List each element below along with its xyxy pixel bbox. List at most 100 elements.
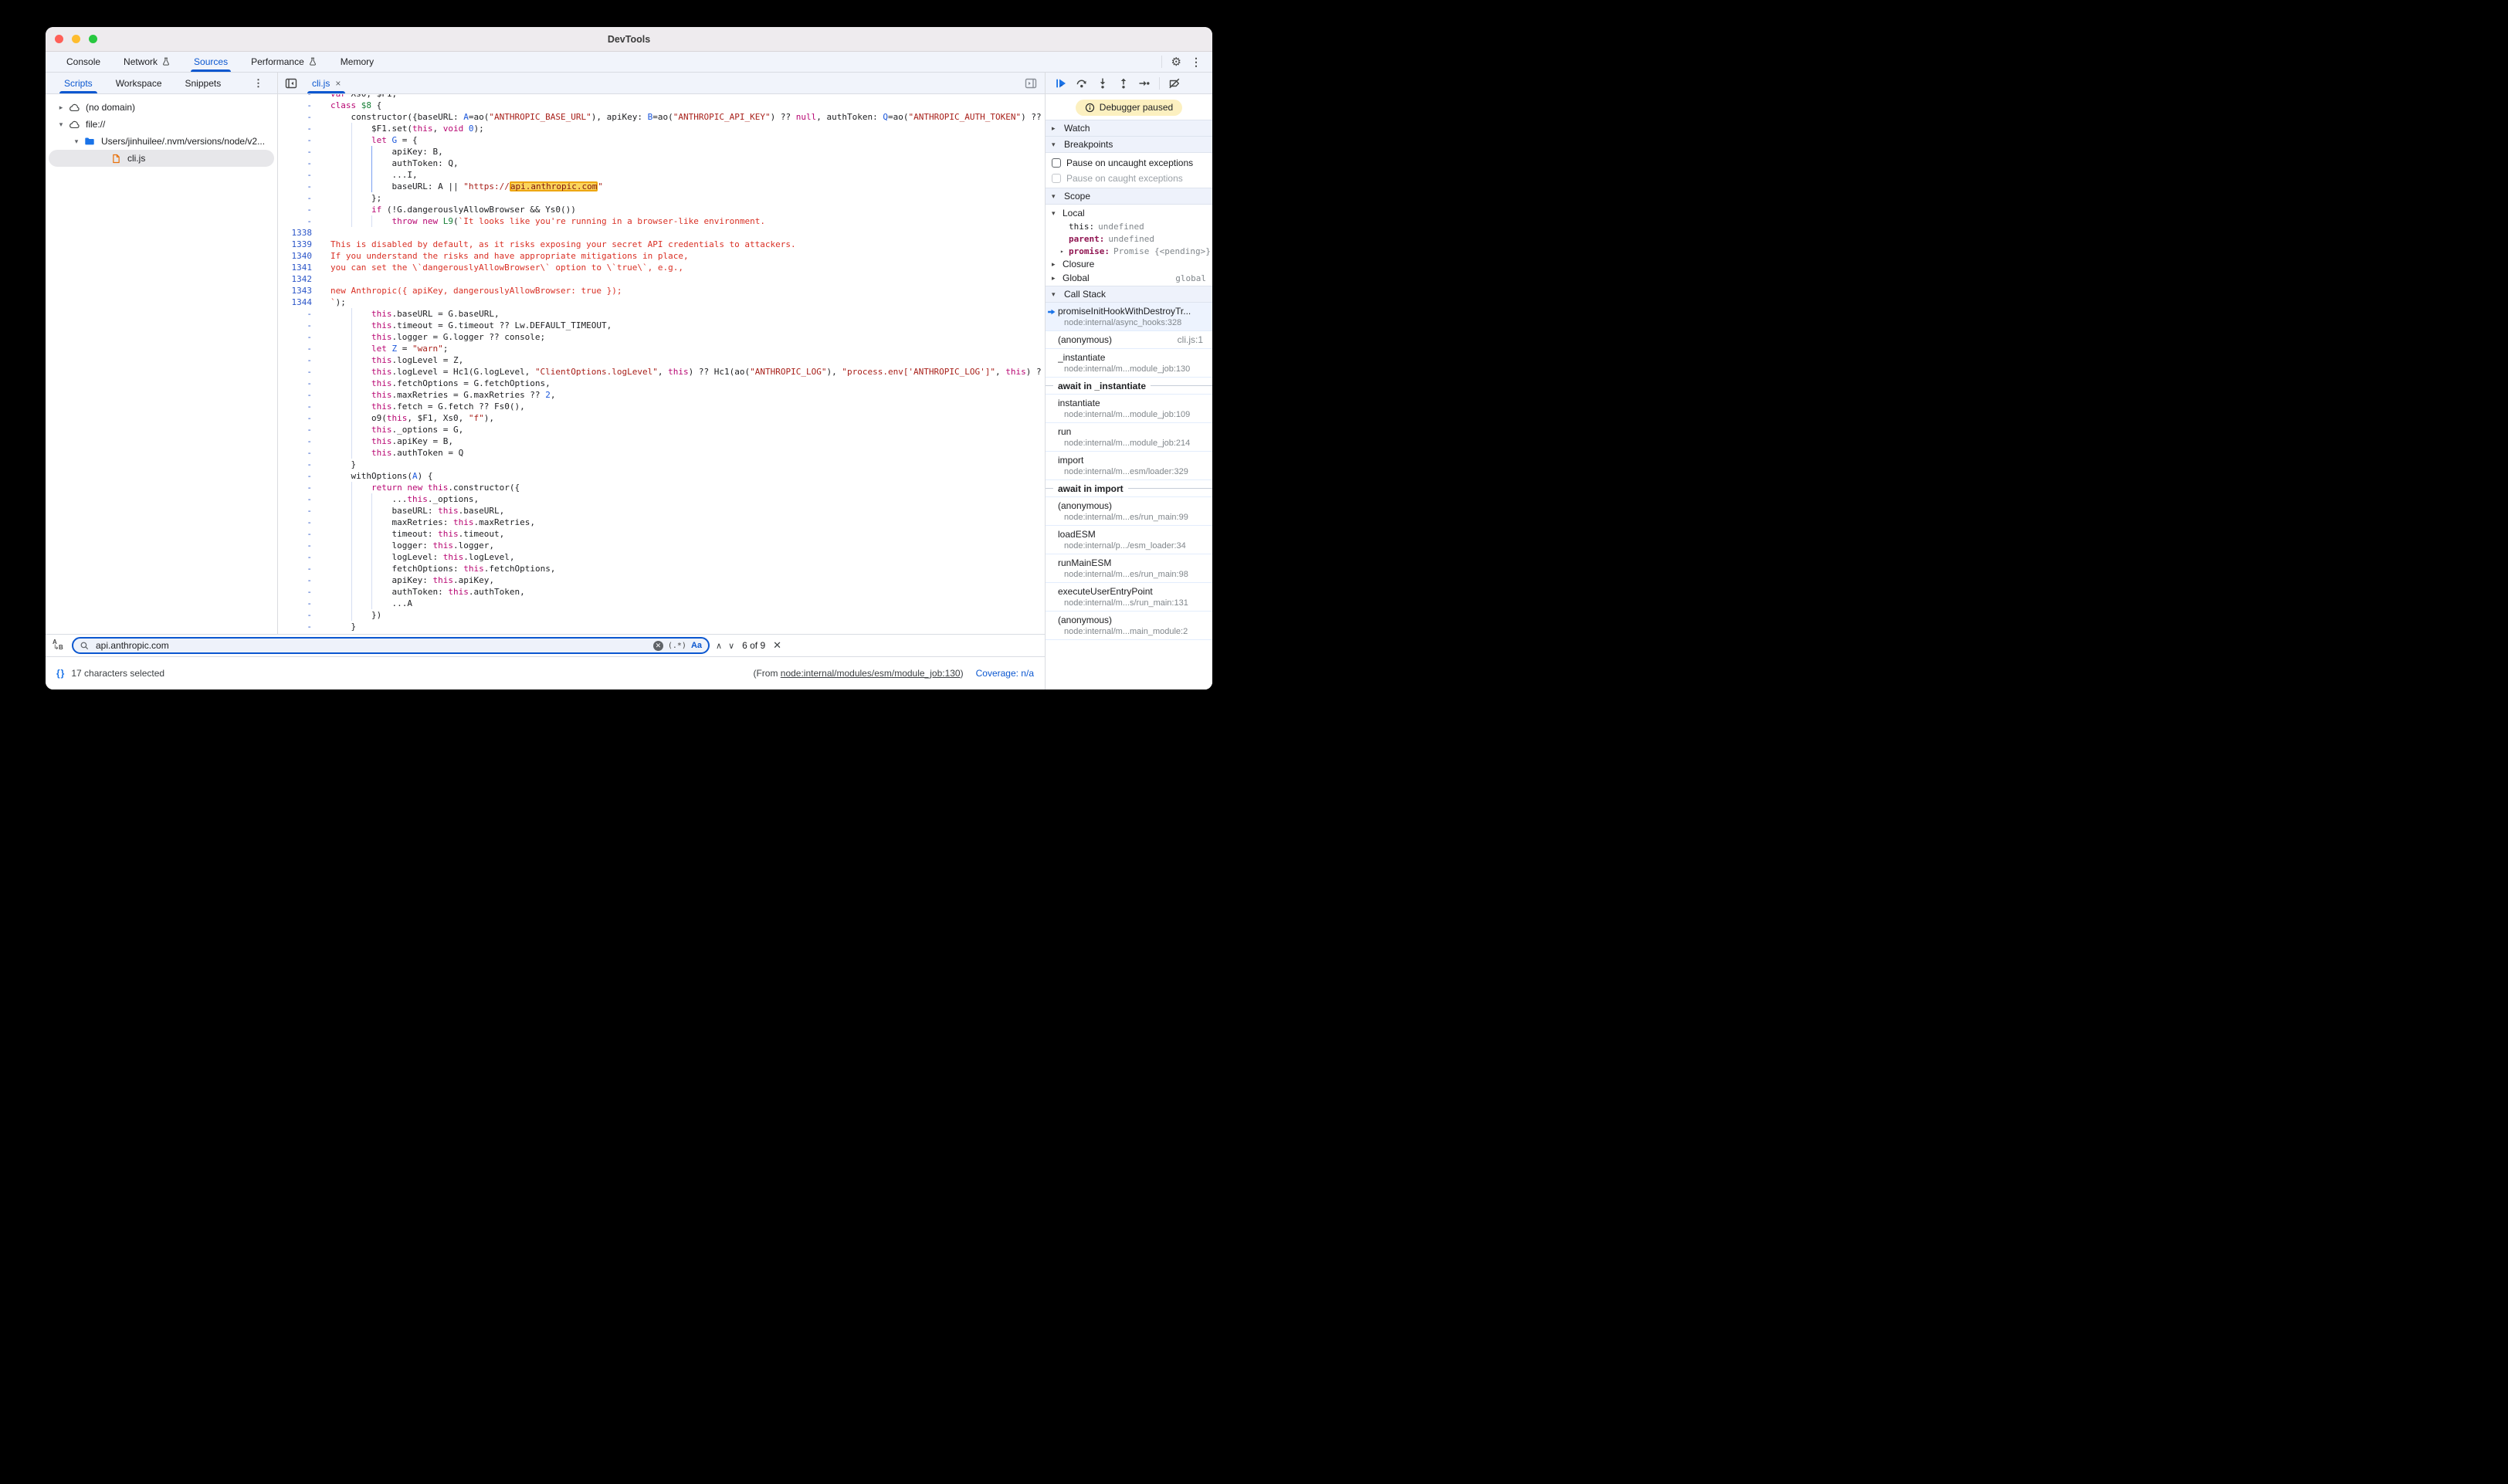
regex-toggle[interactable]: (.*) <box>668 642 686 650</box>
line-number[interactable]: - <box>278 308 320 320</box>
line-number[interactable]: - <box>278 320 320 331</box>
call-stack-frame[interactable]: runMainESMnode:internal/m...es/run_main:… <box>1046 554 1212 583</box>
tab-console[interactable]: Console <box>66 52 100 72</box>
scope-property[interactable]: this:undefined <box>1046 220 1212 232</box>
tab-sources[interactable]: Sources <box>194 52 228 72</box>
line-number[interactable]: 1341 <box>278 262 320 273</box>
section-watch[interactable]: ▸Watch <box>1046 120 1212 137</box>
line-number[interactable]: - <box>278 412 320 424</box>
tree-item-cli-js[interactable]: cli.js <box>49 150 274 167</box>
more-options-icon[interactable]: ⋮ <box>1191 56 1201 67</box>
line-number[interactable]: 1340 <box>278 250 320 262</box>
line-number[interactable]: 1343 <box>278 285 320 296</box>
call-stack-frame[interactable]: (anonymous)node:internal/m...es/run_main… <box>1046 497 1212 526</box>
tree-item--no-domain-[interactable]: ▸(no domain) <box>46 99 277 116</box>
line-number[interactable]: 1339 <box>278 239 320 250</box>
step-into-icon[interactable] <box>1096 77 1109 90</box>
line-number[interactable]: - <box>278 586 320 598</box>
line-number[interactable]: - <box>278 366 320 378</box>
line-number[interactable]: - <box>278 204 320 215</box>
checkbox[interactable] <box>1052 174 1061 183</box>
breakpoint-option[interactable]: Pause on uncaught exceptions <box>1046 155 1212 171</box>
previous-match-button[interactable]: ∧ <box>716 641 722 651</box>
scope-section-closure[interactable]: ▸Closure <box>1046 257 1212 271</box>
step-over-icon[interactable] <box>1076 77 1088 90</box>
line-number[interactable]: - <box>278 551 320 563</box>
coverage-link[interactable]: Coverage: n/a <box>976 668 1034 679</box>
tree-item-users-jinhuilee-nvm-versions-node-v2-[interactable]: ▾Users/jinhuilee/.nvm/versions/node/v2..… <box>46 133 277 150</box>
line-number[interactable]: - <box>278 215 320 227</box>
collapse-debugger-icon[interactable] <box>1025 77 1037 90</box>
line-number[interactable]: - <box>278 123 320 134</box>
line-number[interactable]: - <box>278 435 320 447</box>
line-number[interactable]: - <box>278 169 320 181</box>
call-stack-frame[interactable]: loadESMnode:internal/p.../esm_loader:34 <box>1046 526 1212 554</box>
call-stack-frame[interactable]: (anonymous)cli.js:1 <box>1046 331 1212 349</box>
line-number[interactable]: - <box>278 563 320 574</box>
tab-performance[interactable]: Performance <box>251 52 317 72</box>
pretty-print-icon[interactable]: {} <box>56 668 65 679</box>
line-number[interactable]: 1338 <box>278 227 320 239</box>
line-number[interactable]: - <box>278 378 320 389</box>
line-number[interactable]: - <box>278 389 320 401</box>
line-number[interactable]: - <box>278 528 320 540</box>
match-case-toggle[interactable]: Aa <box>691 641 702 650</box>
line-number[interactable]: - <box>278 100 320 111</box>
line-number[interactable]: - <box>278 111 320 123</box>
source-mapped-link[interactable]: node:internal/modules/esm/module_job:130 <box>781 668 961 679</box>
call-stack-frame[interactable]: instantiatenode:internal/m...module_job:… <box>1046 395 1212 423</box>
line-number[interactable]: - <box>278 401 320 412</box>
section-scope[interactable]: ▾Scope <box>1046 188 1212 205</box>
step-icon[interactable] <box>1138 77 1151 90</box>
section-breakpoints[interactable]: ▾Breakpoints <box>1046 136 1212 153</box>
section-call-stack[interactable]: ▾Call Stack <box>1046 286 1212 303</box>
collapse-sidebar-icon[interactable] <box>285 77 297 90</box>
scope-section-local[interactable]: ▾Local <box>1046 206 1212 220</box>
tab-network[interactable]: Network <box>124 52 171 72</box>
tab-cli-js[interactable]: cli.js × <box>304 73 348 93</box>
sidebar-more-icon[interactable]: ⋮ <box>253 77 263 90</box>
line-number[interactable]: - <box>278 134 320 146</box>
line-number[interactable]: - <box>278 181 320 192</box>
call-stack-frame[interactable]: importnode:internal/m...esm/loader:329 <box>1046 452 1212 480</box>
line-number[interactable]: - <box>278 447 320 459</box>
line-number[interactable]: - <box>278 192 320 204</box>
line-number[interactable]: 1342 <box>278 273 320 285</box>
scope-property[interactable]: parent:undefined <box>1046 232 1212 245</box>
line-number[interactable]: - <box>278 598 320 609</box>
line-number[interactable]: - <box>278 505 320 517</box>
code-editor[interactable]: -var Xs0, $F1;-class $8 {-constructor({b… <box>278 94 1045 634</box>
scope-section-global[interactable]: ▸Globalglobal <box>1046 271 1212 285</box>
line-number[interactable]: - <box>278 517 320 528</box>
breakpoint-option[interactable]: Pause on caught exceptions <box>1046 171 1212 186</box>
call-stack-frame[interactable]: (anonymous)node:internal/m...main_module… <box>1046 612 1212 640</box>
deactivate-breakpoints-icon[interactable] <box>1168 77 1181 90</box>
call-stack-frame[interactable]: executeUserEntryPointnode:internal/m...s… <box>1046 583 1212 612</box>
search-input[interactable] <box>94 639 649 652</box>
tree-item-file-[interactable]: ▾file:// <box>46 116 277 133</box>
line-number[interactable]: - <box>278 540 320 551</box>
line-number[interactable]: - <box>278 493 320 505</box>
line-number[interactable]: 1344 <box>278 296 320 308</box>
line-number[interactable]: - <box>278 354 320 366</box>
line-number[interactable]: - <box>278 621 320 632</box>
line-number[interactable]: - <box>278 146 320 158</box>
line-number[interactable]: - <box>278 343 320 354</box>
line-number[interactable]: - <box>278 482 320 493</box>
replace-toggle-icon[interactable]: A↳B <box>52 639 66 652</box>
line-number[interactable]: - <box>278 470 320 482</box>
close-tab-icon[interactable]: × <box>335 79 341 88</box>
line-number[interactable]: - <box>278 94 320 100</box>
tab-memory[interactable]: Memory <box>341 52 374 72</box>
sidebar-tab-workspace[interactable]: Workspace <box>116 73 162 93</box>
line-number[interactable]: - <box>278 424 320 435</box>
line-number[interactable]: - <box>278 459 320 470</box>
line-number[interactable]: - <box>278 609 320 621</box>
call-stack-frame[interactable]: runnode:internal/m...module_job:214 <box>1046 423 1212 452</box>
step-out-icon[interactable] <box>1117 77 1130 90</box>
line-number[interactable]: - <box>278 574 320 586</box>
call-stack-frame[interactable]: promiseInitHookWithDestroyTr...node:inte… <box>1046 303 1212 331</box>
call-stack-frame[interactable]: _instantiatenode:internal/m...module_job… <box>1046 349 1212 378</box>
line-number[interactable]: - <box>278 331 320 343</box>
next-match-button[interactable]: ∨ <box>728 641 734 651</box>
